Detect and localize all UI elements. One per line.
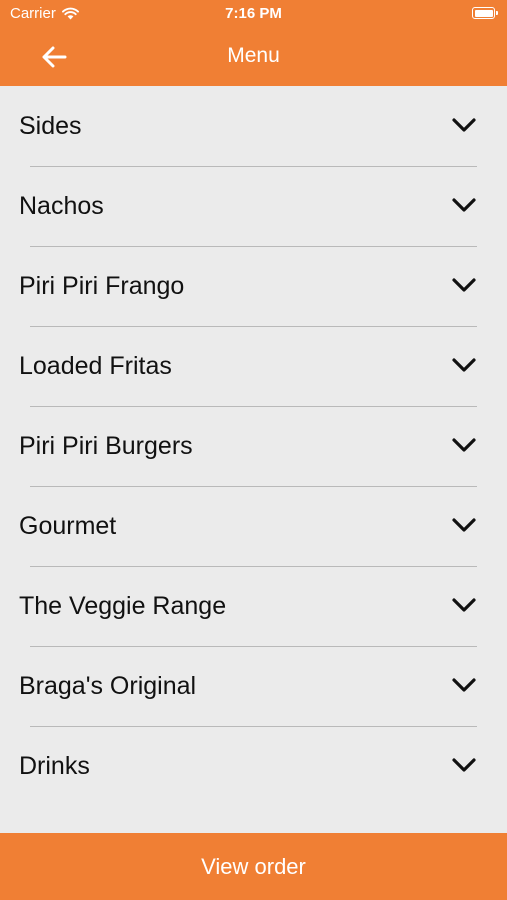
status-bar: Carrier 7:16 PM [0, 0, 507, 28]
chevron-down-icon [452, 598, 476, 612]
page-title: Menu [227, 44, 280, 67]
category-label: Braga's Original [19, 671, 197, 700]
category-label: Drinks [19, 751, 90, 780]
menu-category-item[interactable]: Piri Piri Frango [0, 246, 507, 326]
chevron-down-icon [452, 758, 476, 772]
navigation-bar: Menu [0, 28, 507, 86]
category-label: The Veggie Range [19, 591, 227, 620]
chevron-down-icon [452, 518, 476, 532]
category-label: Loaded Fritas [19, 351, 172, 380]
view-order-button[interactable]: View order [0, 833, 507, 900]
menu-category-item[interactable]: Braga's Original [0, 646, 507, 726]
menu-category-item[interactable]: The Veggie Range [0, 566, 507, 646]
chevron-down-icon [452, 678, 476, 692]
chevron-down-icon [452, 358, 476, 372]
menu-category-item[interactable]: Gourmet [0, 486, 507, 566]
chevron-down-icon [452, 438, 476, 452]
category-label: Sides [19, 111, 82, 140]
category-label: Piri Piri Frango [19, 271, 185, 300]
chevron-down-icon [452, 278, 476, 292]
back-button[interactable] [36, 39, 72, 75]
category-label: Gourmet [19, 511, 117, 540]
menu-category-item[interactable]: Sides [0, 86, 507, 166]
menu-category-item[interactable]: Drinks [0, 726, 507, 806]
chevron-down-icon [452, 118, 476, 132]
menu-category-item[interactable]: Piri Piri Burgers [0, 406, 507, 486]
view-order-label: View order [201, 853, 306, 879]
category-label: Nachos [19, 191, 104, 220]
arrow-left-icon [42, 46, 67, 68]
status-time: 7:16 PM [225, 5, 282, 22]
menu-category-item[interactable]: Nachos [0, 166, 507, 246]
category-label: Piri Piri Burgers [19, 431, 193, 460]
chevron-down-icon [452, 198, 476, 212]
menu-category-item[interactable]: Loaded Fritas [0, 326, 507, 406]
app-header: Carrier 7:16 PM Menu [0, 0, 507, 86]
battery-icon [472, 7, 498, 19]
menu-category-list: Sides Nachos Piri Piri Frango Loaded Fri… [0, 86, 507, 806]
